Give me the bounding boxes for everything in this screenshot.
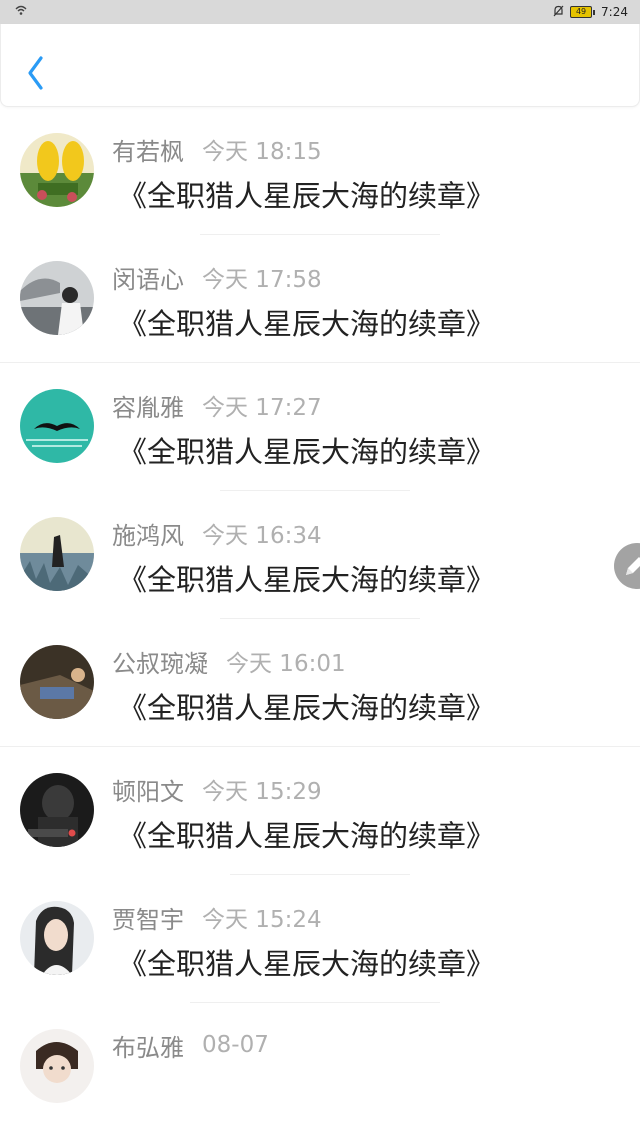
comment-list: 有若枫 今天 18:15 《全职猎人星辰大海的续章》 闵语心 今天 17:58 … [0,107,640,1131]
comment-text: 《全职猎人星辰大海的续章》 [118,435,496,469]
avatar[interactable] [20,901,94,975]
wifi-icon [15,4,27,19]
avatar[interactable] [20,1029,94,1103]
comment-row[interactable]: 贾智宇 今天 15:24 《全职猎人星辰大海的续章》 [0,875,640,1003]
user-name[interactable]: 顿阳文 [112,772,184,807]
comment-text: 《全职猎人星辰大海的续章》 [118,307,496,341]
user-name[interactable]: 公叔琬凝 [112,644,208,679]
comment-text: 《全职猎人星辰大海的续章》 [118,819,496,853]
comment-text: 《全职猎人星辰大海的续章》 [118,691,496,725]
comment-time: 今天 15:24 [202,907,322,933]
battery-level: 49 [570,6,593,18]
comment-row[interactable]: 闵语心 今天 17:58 《全职猎人星辰大海的续章》 [0,235,640,363]
comment-row[interactable]: 公叔琬凝 今天 16:01 《全职猎人星辰大海的续章》 [0,619,640,747]
avatar[interactable] [20,133,94,207]
comment-text: 《全职猎人星辰大海的续章》 [118,563,496,597]
comment-time: 今天 17:58 [202,267,322,293]
user-name[interactable]: 施鸿风 [112,516,184,551]
top-bar [0,24,640,107]
avatar[interactable] [20,645,94,719]
clock: 7:24 [601,5,628,19]
chevron-left-icon [28,56,43,90]
comment-time: 今天 17:27 [202,395,322,421]
comment-time: 今天 16:34 [202,523,322,549]
comment-time: 今天 18:15 [202,139,322,165]
comment-time: 今天 16:01 [226,651,346,677]
comment-row[interactable]: 顿阳文 今天 15:29 《全职猎人星辰大海的续章》 [0,747,640,875]
comment-row[interactable]: 容胤雅 今天 17:27 《全职猎人星辰大海的续章》 [0,363,640,491]
user-name[interactable]: 闵语心 [112,260,184,295]
comment-time: 今天 15:29 [202,779,322,805]
status-bar: 49 7:24 [0,0,640,24]
back-button[interactable] [21,53,51,93]
battery-icon: 49 [570,6,596,18]
avatar[interactable] [20,261,94,335]
avatar[interactable] [20,773,94,847]
avatar[interactable] [20,389,94,463]
comment-row[interactable]: 施鸿风 今天 16:34 《全职猎人星辰大海的续章》 [0,491,640,619]
pencil-icon [626,557,640,575]
comment-row[interactable]: 布弘雅 08-07 [0,1003,640,1131]
comment-time: 08-07 [202,1032,269,1058]
comment-text: 《全职猎人星辰大海的续章》 [118,947,496,981]
user-name[interactable]: 布弘雅 [112,1028,184,1063]
comment-row[interactable]: 有若枫 今天 18:15 《全职猎人星辰大海的续章》 [0,107,640,235]
user-name[interactable]: 容胤雅 [112,388,184,423]
user-name[interactable]: 贾智宇 [112,900,184,935]
comment-text: 《全职猎人星辰大海的续章》 [118,179,496,213]
avatar[interactable] [20,517,94,591]
user-name[interactable]: 有若枫 [112,132,184,167]
silent-icon [553,5,564,20]
